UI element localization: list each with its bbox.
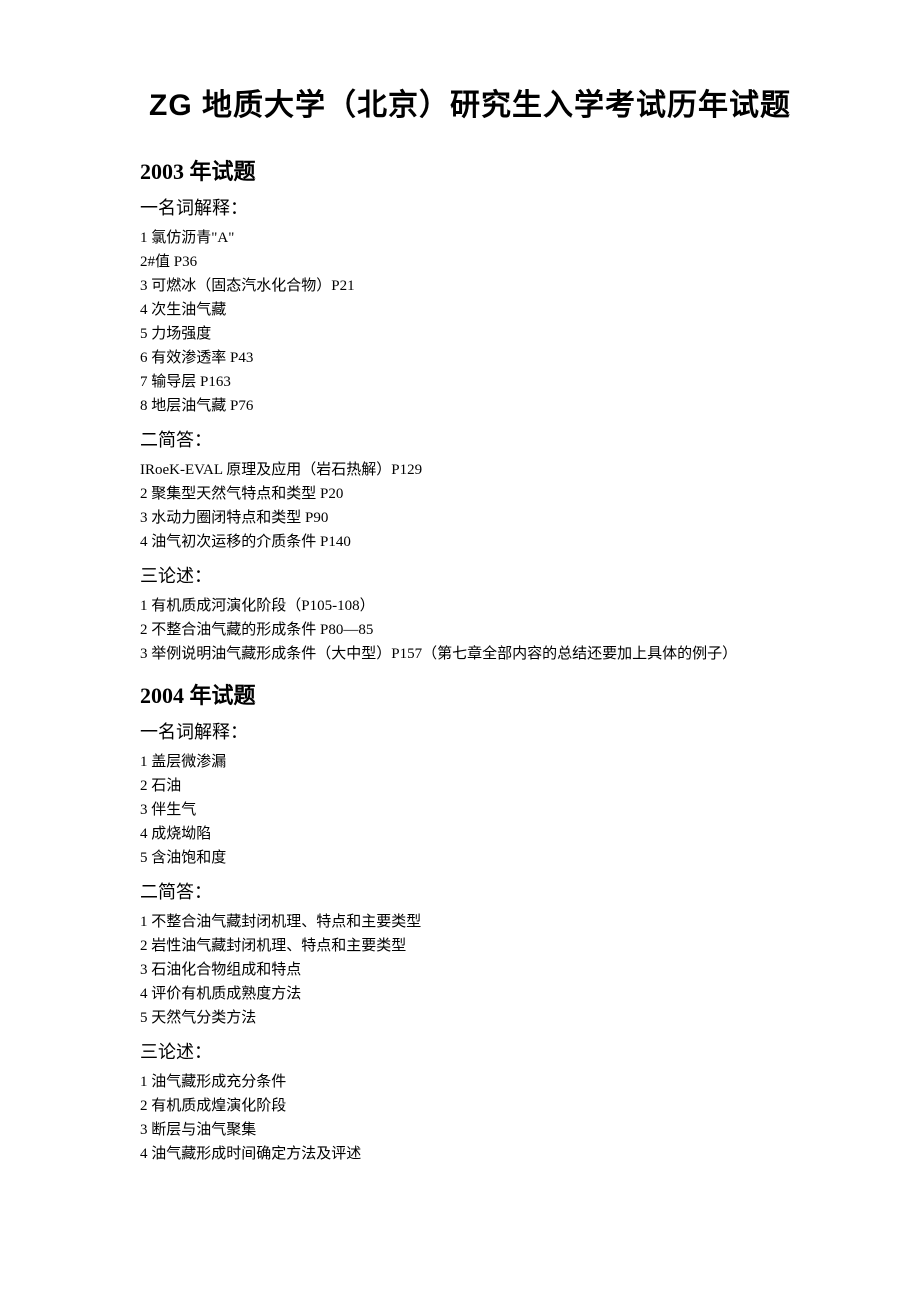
list-item: 4 油气藏形成时间确定方法及评述 [140, 1142, 800, 1166]
list-item: 4 次生油气藏 [140, 298, 800, 322]
list-item: 3 断层与油气聚集 [140, 1118, 800, 1142]
year-heading: 2003 年试题 [140, 154, 800, 186]
list-item: 1 油气藏形成充分条件 [140, 1070, 800, 1094]
list-item: 3 伴生气 [140, 798, 800, 822]
item-list: 1 氯仿沥青"A" 2#值 P36 3 可燃冰（固态汽水化合物）P21 4 次生… [140, 226, 800, 418]
year-heading: 2004 年试题 [140, 678, 800, 710]
list-item: 1 氯仿沥青"A" [140, 226, 800, 250]
document-title: ZG 地质大学（北京）研究生入学考试历年试题 [140, 80, 800, 124]
list-item: 3 石油化合物组成和特点 [140, 958, 800, 982]
item-list: 1 油气藏形成充分条件 2 有机质成煌演化阶段 3 断层与油气聚集 4 油气藏形… [140, 1070, 800, 1166]
document-page: ZG 地质大学（北京）研究生入学考试历年试题 2003 年试题 一名词解释： 1… [0, 0, 920, 1272]
list-item: IRoeK-EVAL 原理及应用（岩石热解）P129 [140, 458, 800, 482]
list-item: 8 地层油气藏 P76 [140, 394, 800, 418]
list-item: 2 石油 [140, 774, 800, 798]
list-item: 4 油气初次运移的介质条件 P140 [140, 530, 800, 554]
section-heading: 三论述： [140, 1038, 800, 1064]
list-item: 5 力场强度 [140, 322, 800, 346]
list-item: 1 有机质成河演化阶段（P105-108） [140, 594, 800, 618]
section-heading: 一名词解释： [140, 194, 800, 220]
list-item: 2 不整合油气藏的形成条件 P80—85 [140, 618, 800, 642]
list-item: 1 不整合油气藏封闭机理、特点和主要类型 [140, 910, 800, 934]
list-item: 1 盖层微渗漏 [140, 750, 800, 774]
section-heading: 二简答： [140, 878, 800, 904]
list-item: 6 有效渗透率 P43 [140, 346, 800, 370]
item-list: 1 有机质成河演化阶段（P105-108） 2 不整合油气藏的形成条件 P80—… [140, 594, 800, 666]
list-item: 3 举例说明油气藏形成条件（大中型）P157（第七章全部内容的总结还要加上具体的… [140, 642, 800, 666]
section-heading: 三论述： [140, 562, 800, 588]
list-item: 3 可燃冰（固态汽水化合物）P21 [140, 274, 800, 298]
item-list: IRoeK-EVAL 原理及应用（岩石热解）P129 2 聚集型天然气特点和类型… [140, 458, 800, 554]
list-item: 5 含油饱和度 [140, 846, 800, 870]
section-heading: 一名词解释： [140, 718, 800, 744]
section-heading: 二简答： [140, 426, 800, 452]
list-item: 7 输导层 P163 [140, 370, 800, 394]
list-item: 2#值 P36 [140, 250, 800, 274]
list-item: 2 有机质成煌演化阶段 [140, 1094, 800, 1118]
list-item: 2 岩性油气藏封闭机理、特点和主要类型 [140, 934, 800, 958]
list-item: 4 成烧坳陷 [140, 822, 800, 846]
list-item: 2 聚集型天然气特点和类型 P20 [140, 482, 800, 506]
item-list: 1 不整合油气藏封闭机理、特点和主要类型 2 岩性油气藏封闭机理、特点和主要类型… [140, 910, 800, 1030]
list-item: 4 评价有机质成熟度方法 [140, 982, 800, 1006]
list-item: 5 天然气分类方法 [140, 1006, 800, 1030]
item-list: 1 盖层微渗漏 2 石油 3 伴生气 4 成烧坳陷 5 含油饱和度 [140, 750, 800, 870]
list-item: 3 水动力圈闭特点和类型 P90 [140, 506, 800, 530]
